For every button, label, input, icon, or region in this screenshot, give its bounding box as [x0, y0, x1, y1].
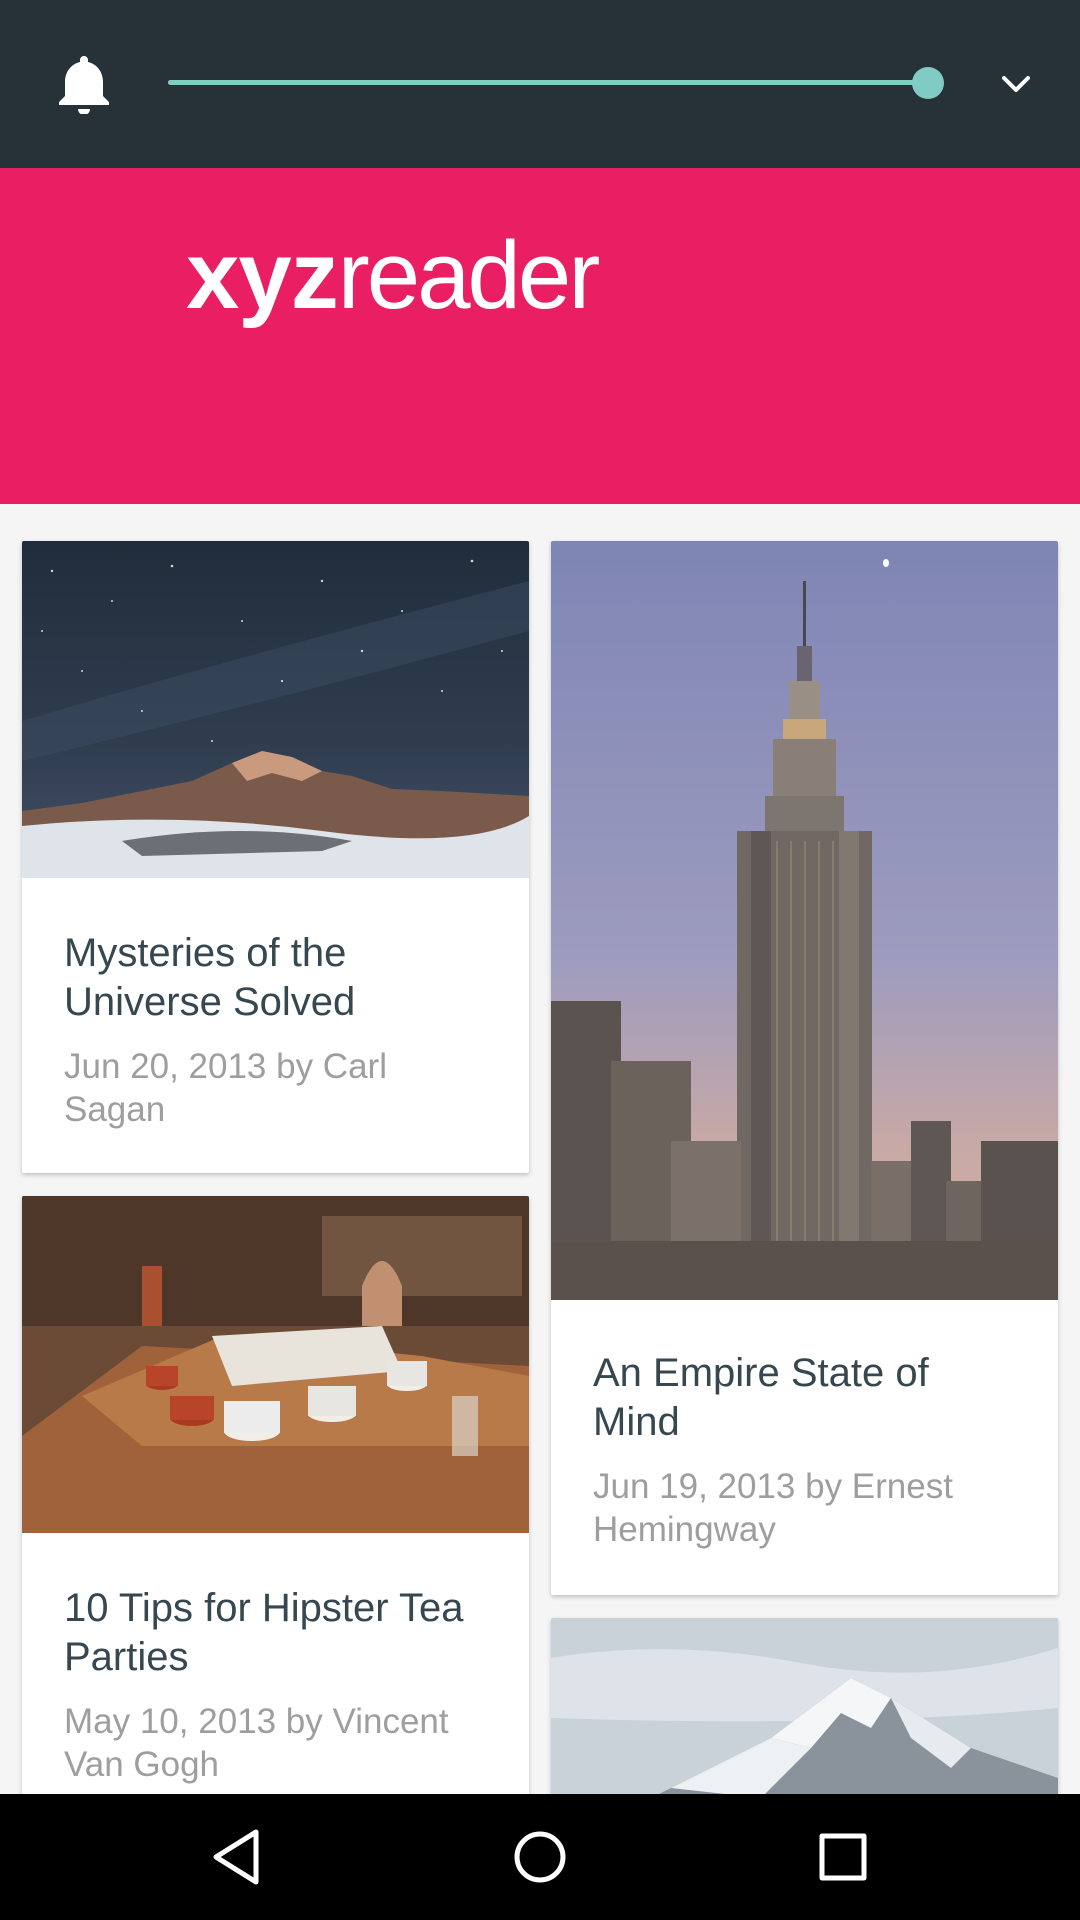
volume-bar: [0, 0, 1080, 168]
chevron-down-icon[interactable]: [998, 66, 1034, 102]
app-logo: xyzreader: [186, 222, 600, 329]
volume-slider[interactable]: [168, 67, 944, 99]
article-title: Mysteries of the Universe Solved: [64, 931, 356, 1024]
recents-icon[interactable]: [810, 1824, 876, 1890]
article-image: [22, 1196, 529, 1533]
app-header: xyzreader: [0, 168, 1080, 504]
system-nav-bar: [0, 1794, 1080, 1920]
article-image: [551, 541, 1058, 1300]
article-meta: Jun 20, 2013 by Carl Sagan: [64, 1047, 387, 1129]
article-card[interactable]: Mysteries of the Universe Solved Jun 20,…: [22, 541, 529, 1173]
slider-fill: [168, 80, 928, 85]
bell-icon[interactable]: [56, 54, 112, 115]
article-card[interactable]: 10 Tips for Hipster Tea Parties May 10, …: [22, 1196, 529, 1836]
article-title: An Empire State of Mind: [593, 1351, 929, 1444]
article-meta: May 10, 2013 by Vincent Van Gogh: [64, 1702, 449, 1784]
article-title: 10 Tips for Hipster Tea Parties: [64, 1586, 464, 1679]
back-icon[interactable]: [204, 1824, 270, 1890]
article-meta: Jun 19, 2013 by Ernest Hemingway: [593, 1467, 953, 1549]
article-card[interactable]: An Empire State of Mind Jun 19, 2013 by …: [551, 541, 1058, 1595]
home-icon[interactable]: [507, 1824, 573, 1890]
slider-thumb[interactable]: [912, 67, 944, 99]
article-image: [22, 541, 529, 878]
